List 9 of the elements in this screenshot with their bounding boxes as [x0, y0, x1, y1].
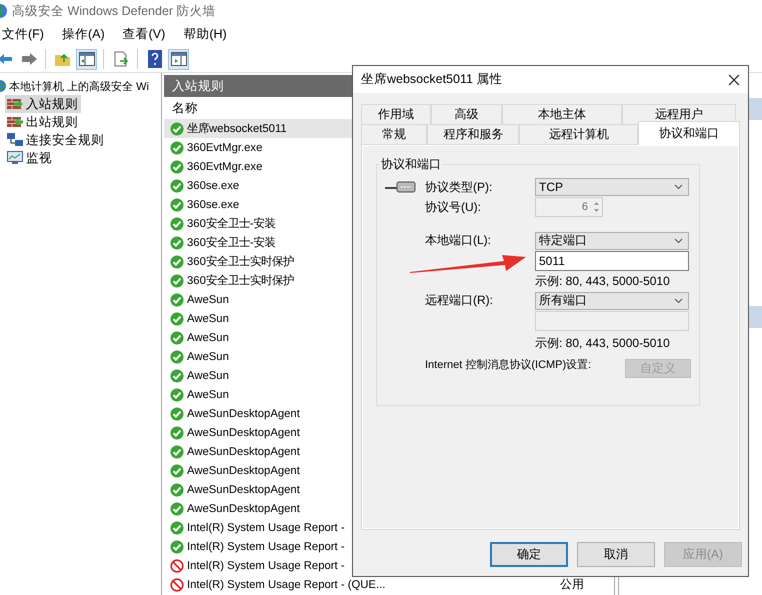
example-hint: 示例: 80, 443, 5000-5010 — [535, 272, 671, 290]
group-title: 协议和端口 — [380, 156, 442, 173]
icmp-label: Internet 控制消息协议(ICMP)设置: — [425, 359, 592, 372]
field-label: 远程端口(R): — [425, 292, 494, 309]
field-label: 协议类型(P): — [425, 178, 494, 196]
field-label: 协议号(U): — [425, 198, 482, 216]
field-label: 本地端口(L): — [425, 232, 492, 249]
example-hint: 示例: 80, 443, 5000-5010 — [535, 334, 671, 352]
window-title: 高级安全 Windows Defender 防火墙 — [12, 2, 216, 20]
